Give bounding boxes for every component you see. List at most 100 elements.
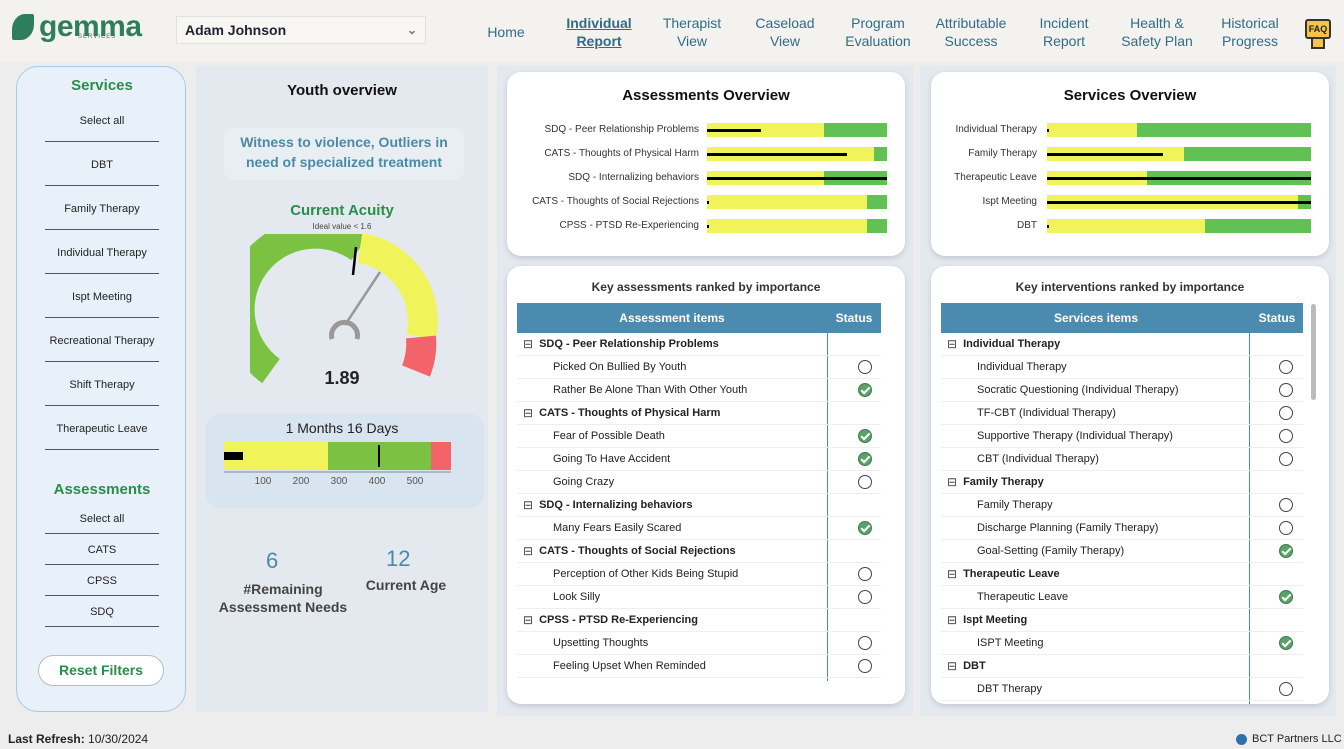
service-filter-item[interactable]: Individual Therapy bbox=[45, 247, 159, 259]
table-row[interactable]: Socratic Questioning (Individual Therapy… bbox=[941, 379, 1303, 402]
table-group-row[interactable]: ⊟ Individual Therapy bbox=[941, 333, 1303, 356]
service-filter-item[interactable]: Shift Therapy bbox=[45, 379, 159, 391]
bar-value-mark bbox=[707, 201, 709, 204]
nav-item-3[interactable]: Caseload View bbox=[737, 14, 833, 50]
table-row[interactable]: Perception of Other Kids Being Stupid bbox=[517, 563, 881, 586]
table-group-row[interactable]: ⊟ SDQ - Peer Relationship Problems bbox=[517, 333, 881, 356]
table-row[interactable]: Look Silly bbox=[517, 586, 881, 609]
table-row[interactable]: Fear of Possible Death bbox=[517, 425, 881, 448]
nav-item-8[interactable]: Historical Progress bbox=[1202, 14, 1298, 50]
collapse-icon[interactable]: ⊟ bbox=[523, 337, 533, 351]
duration-text: 1 Months 16 Days bbox=[285, 420, 399, 436]
collapse-icon[interactable]: ⊟ bbox=[947, 567, 957, 581]
table-group-row[interactable]: ⊟ Therapeutic Leave bbox=[941, 563, 1303, 586]
table-row[interactable]: Upsetting Thoughts bbox=[517, 632, 881, 655]
bar-achieved-band bbox=[1184, 147, 1311, 161]
assessments-overview-title: Assessments Overview bbox=[622, 87, 790, 104]
nav-item-0[interactable]: Home bbox=[458, 14, 554, 50]
row-label: ISPT Meeting bbox=[977, 637, 1044, 649]
table-row[interactable]: Discharge Planning (Family Therapy) bbox=[941, 517, 1303, 540]
assessment-filter-item[interactable]: Select all bbox=[45, 513, 159, 525]
row-label: Individual Therapy bbox=[977, 361, 1067, 373]
table-group-row[interactable]: ⊟ Family Therapy bbox=[941, 471, 1303, 494]
table-row[interactable]: Individual Therapy bbox=[941, 356, 1303, 379]
service-filter-item[interactable]: Ispt Meeting bbox=[45, 291, 159, 303]
remaining-label: #Remaining Assessment Needs bbox=[218, 581, 348, 615]
table-row[interactable]: Goal-Setting (Family Therapy) bbox=[941, 540, 1303, 563]
table-group-row[interactable]: ⊟ CATS - Thoughts of Social Rejections bbox=[517, 540, 881, 563]
reset-filters-button[interactable]: Reset Filters bbox=[38, 655, 164, 686]
table-row[interactable]: Supportive Therapy (Individual Therapy) bbox=[941, 425, 1303, 448]
collapse-icon[interactable]: ⊟ bbox=[523, 613, 533, 627]
table-group-row[interactable]: ⊟ CPSS - PTSD Re-Experiencing bbox=[517, 609, 881, 632]
table-row[interactable]: Therapeutic Leave bbox=[941, 586, 1303, 609]
collapse-icon[interactable]: ⊟ bbox=[523, 544, 533, 558]
table-row[interactable]: Picked On Bullied By Youth bbox=[517, 356, 881, 379]
table-group-row[interactable]: ⊟ CATS - Thoughts of Physical Harm bbox=[517, 402, 881, 425]
assessment-filter-item[interactable]: SDQ bbox=[45, 606, 159, 618]
divider bbox=[45, 273, 159, 274]
table-row[interactable]: Going Crazy bbox=[517, 471, 881, 494]
collapse-icon[interactable]: ⊟ bbox=[947, 613, 957, 627]
status-pending-icon bbox=[858, 659, 872, 673]
table-row[interactable]: Rather Be Alone Than With Other Youth bbox=[517, 379, 881, 402]
nav-item-6[interactable]: Incident Report bbox=[1016, 14, 1112, 50]
service-filter-item[interactable]: Family Therapy bbox=[45, 203, 159, 215]
refresh-label: Last Refresh: bbox=[8, 732, 85, 746]
nav-item-2[interactable]: Therapist View bbox=[644, 14, 740, 50]
nav-item-4[interactable]: Program Evaluation bbox=[830, 14, 926, 50]
service-filter-item[interactable]: Recreational Therapy bbox=[45, 335, 159, 347]
collapse-icon[interactable]: ⊟ bbox=[523, 498, 533, 512]
table-row[interactable]: ISPT Meeting bbox=[941, 632, 1303, 655]
gemma-logo[interactable]: gemma bbox=[12, 12, 142, 42]
youth-select-dropdown[interactable]: Adam Johnson ⌄ bbox=[176, 16, 426, 44]
collapse-icon[interactable]: ⊟ bbox=[523, 406, 533, 420]
table-row[interactable]: Many Fears Easily Scared bbox=[517, 517, 881, 540]
row-label: CPSS - PTSD Re-Experiencing bbox=[539, 614, 698, 626]
top-bar: gemma SERVICES Adam Johnson ⌄ Home Indivi… bbox=[0, 0, 1344, 62]
bar-label: Ispt Meeting bbox=[982, 196, 1037, 207]
row-label: DBT bbox=[963, 660, 986, 672]
status-pending-icon bbox=[1279, 360, 1293, 374]
table-scrollbar[interactable] bbox=[1311, 304, 1316, 400]
bar-achieved-band bbox=[867, 195, 887, 209]
service-filter-item[interactable]: Therapeutic Leave bbox=[45, 423, 159, 435]
table-row[interactable]: Going To Have Accident bbox=[517, 448, 881, 471]
table-row[interactable]: Family Therapy bbox=[941, 494, 1303, 517]
table-group-row[interactable]: ⊟ Ispt Meeting bbox=[941, 609, 1303, 632]
duration-tick-label: 200 bbox=[292, 476, 310, 487]
globe-icon bbox=[1236, 733, 1247, 745]
collapse-icon[interactable]: ⊟ bbox=[947, 659, 957, 673]
bar-target-band bbox=[1047, 219, 1205, 233]
nav-item-5[interactable]: Attributable Success bbox=[923, 14, 1019, 50]
row-label: Feeling Upset When Reminded bbox=[553, 660, 706, 672]
bar-label: CATS - Thoughts of Social Rejections bbox=[532, 196, 699, 207]
collapse-icon[interactable]: ⊟ bbox=[947, 337, 957, 351]
nav-item-1[interactable]: Individual Report bbox=[551, 14, 647, 50]
status-pending-icon bbox=[858, 360, 872, 374]
divider bbox=[45, 361, 159, 362]
collapse-icon[interactable]: ⊟ bbox=[947, 475, 957, 489]
faq-button[interactable]: FAQ bbox=[1305, 19, 1331, 51]
logo-subtitle: SERVICES bbox=[78, 34, 117, 40]
key-assessments-card: Key assessments ranked by importance Ass… bbox=[507, 266, 905, 704]
table-row[interactable]: DBT Therapy bbox=[941, 678, 1303, 701]
table-row[interactable]: TF-CBT (Individual Therapy) bbox=[941, 402, 1303, 425]
table-group-row[interactable]: ⊟ DBT bbox=[941, 655, 1303, 678]
service-filter-item[interactable]: Select all bbox=[45, 115, 159, 127]
service-filter-item[interactable]: DBT bbox=[45, 159, 159, 171]
status-pending-icon bbox=[1279, 429, 1293, 443]
assessment-filter-item[interactable]: CPSS bbox=[45, 575, 159, 587]
chevron-down-icon: ⌄ bbox=[406, 23, 417, 37]
company-name: BCT Partners LLC bbox=[1252, 733, 1342, 745]
acuity-ideal: Ideal value < 1.6 bbox=[312, 222, 372, 231]
table-row[interactable]: Feeling Upset When Reminded bbox=[517, 655, 881, 678]
assessment-filter-item[interactable]: CATS bbox=[45, 544, 159, 556]
table-group-row[interactable]: ⊟ SDQ - Internalizing behaviors bbox=[517, 494, 881, 517]
bar-label: SDQ - Peer Relationship Problems bbox=[544, 124, 699, 135]
row-label: Rather Be Alone Than With Other Youth bbox=[553, 384, 748, 396]
table-row[interactable]: CBT (Individual Therapy) bbox=[941, 448, 1303, 471]
row-label: Supportive Therapy (Individual Therapy) bbox=[977, 430, 1173, 442]
bar-value-mark bbox=[707, 225, 709, 228]
nav-item-7[interactable]: Health & Safety Plan bbox=[1109, 14, 1205, 50]
